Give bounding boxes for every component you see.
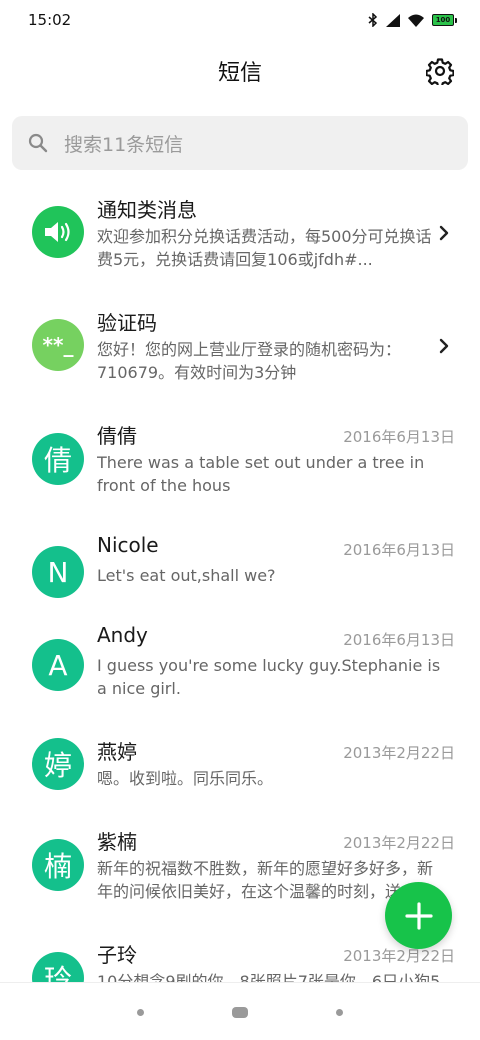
conversation-date: 2013年2月22日 bbox=[343, 947, 455, 965]
conversation-title: 子玲 bbox=[97, 943, 137, 967]
bluetooth-icon bbox=[368, 13, 378, 27]
conversation-date: 2013年2月22日 bbox=[343, 834, 455, 852]
conversation-row[interactable]: N Nicole 2016年6月13日 Let's eat out,shall … bbox=[0, 519, 480, 609]
conversation-preview: Let's eat out,shall we? bbox=[97, 566, 276, 585]
signal-icon bbox=[386, 13, 400, 27]
status-icons: 100 bbox=[368, 13, 457, 27]
search-icon bbox=[28, 133, 48, 153]
chevron-right-icon bbox=[439, 338, 449, 354]
plus-icon bbox=[404, 901, 433, 930]
chevron-right-icon bbox=[439, 225, 449, 241]
avatar: 倩 bbox=[32, 433, 84, 485]
conversation-date: 2016年6月13日 bbox=[343, 541, 455, 559]
avatar: 婷 bbox=[32, 738, 84, 790]
status-bar: 15:02 100 bbox=[0, 0, 480, 40]
wifi-icon bbox=[408, 14, 424, 27]
conversation-preview: 嗯。收到啦。同乐同乐。 bbox=[97, 769, 274, 788]
settings-button[interactable] bbox=[424, 55, 456, 87]
battery-icon: 100 bbox=[432, 14, 457, 26]
search-placeholder: 搜索11条短信 bbox=[64, 133, 184, 156]
conversation-date: 2016年6月13日 bbox=[343, 428, 455, 446]
conversation-preview: 10分想念9剧的你，8张照片7张是你，6只小狗5 bbox=[97, 972, 441, 982]
conversation-row[interactable]: 婷 燕婷 2013年2月22日 嗯。收到啦。同乐同乐。 bbox=[0, 722, 480, 812]
conversation-preview: 您好！您的网上营业厅登录的随机密码为：710679。有效时间为3分钟 bbox=[97, 340, 402, 382]
gear-icon bbox=[426, 58, 454, 85]
verification-code-icon: **_ bbox=[32, 319, 84, 371]
battery-level: 100 bbox=[435, 16, 451, 24]
avatar: 楠 bbox=[32, 839, 84, 891]
nav-home-button[interactable] bbox=[232, 1007, 248, 1018]
app-header: 短信 bbox=[0, 40, 480, 102]
avatar: A bbox=[32, 639, 84, 691]
conversation-title: Nicole bbox=[97, 533, 159, 557]
system-nav-bar bbox=[0, 982, 480, 1040]
nav-back-button[interactable] bbox=[336, 1009, 343, 1016]
page-title: 短信 bbox=[217, 61, 262, 86]
conversation-date: 2016年6月13日 bbox=[343, 631, 455, 649]
conversation-title: 紫楠 bbox=[97, 830, 137, 854]
conversation-row-notifications[interactable]: 通知类消息 欢迎参加积分兑换话费活动，每500分可兑换话费5元，兑换话费请回复1… bbox=[0, 180, 480, 293]
search-input[interactable]: 搜索11条短信 bbox=[12, 116, 468, 170]
conversation-row-verification[interactable]: **_ 验证码 您好！您的网上营业厅登录的随机密码为：710679。有效时间为3… bbox=[0, 293, 480, 406]
avatar bbox=[32, 206, 84, 258]
speaker-icon bbox=[45, 222, 70, 242]
conversation-preview: I guess you're some lucky guy.Stephanie … bbox=[97, 656, 441, 698]
conversation-preview: There was a table set out under a tree i… bbox=[97, 453, 425, 495]
conversation-title: 验证码 bbox=[97, 311, 157, 335]
conversation-title: 通知类消息 bbox=[97, 198, 197, 222]
conversation-title: Andy bbox=[97, 623, 148, 647]
conversation-title: 倩倩 bbox=[97, 424, 137, 448]
nav-menu-button[interactable] bbox=[137, 1009, 144, 1016]
new-message-button[interactable] bbox=[385, 882, 452, 949]
conversation-title: 燕婷 bbox=[97, 740, 137, 764]
conversation-preview: 欢迎参加积分兑换话费活动，每500分可兑换话费5元，兑换话费请回复106或jfd… bbox=[97, 227, 432, 269]
avatar: N bbox=[32, 546, 84, 598]
status-time: 15:02 bbox=[28, 11, 72, 29]
avatar: 玲 bbox=[32, 952, 84, 982]
conversation-row[interactable]: 倩 倩倩 2016年6月13日 There was a table set ou… bbox=[0, 406, 480, 519]
conversation-date: 2013年2月22日 bbox=[343, 744, 455, 762]
conversation-row[interactable]: A Andy 2016年6月13日 I guess you're some lu… bbox=[0, 609, 480, 722]
